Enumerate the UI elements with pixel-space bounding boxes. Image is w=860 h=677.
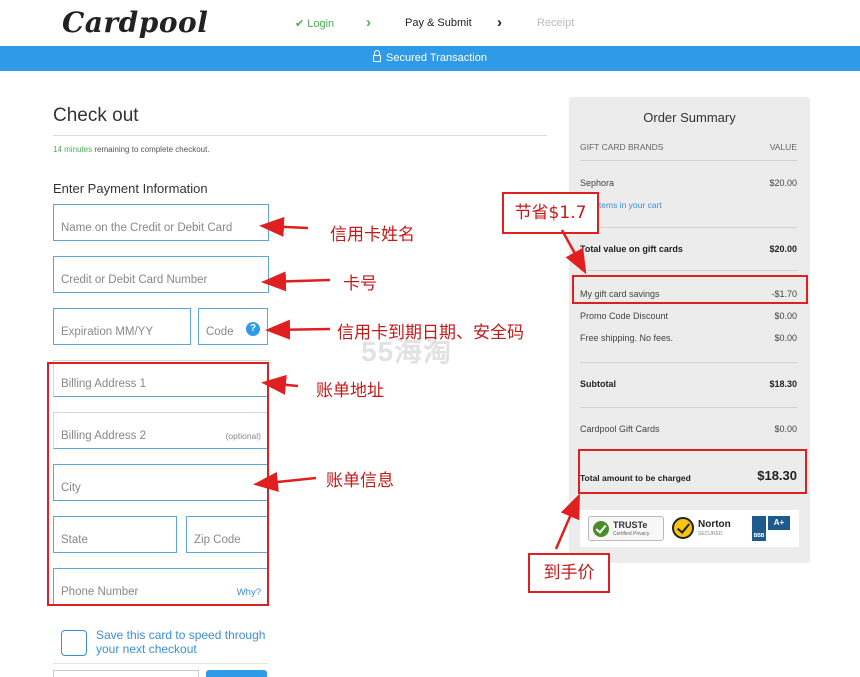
arrow-expiry-code [265, 319, 331, 340]
arrow-card-name [259, 216, 309, 237]
arrow-final-price [554, 493, 580, 550]
arrow-billing-address [261, 374, 299, 395]
annotation-arrows [253, 216, 587, 550]
arrow-billing-info [253, 471, 317, 492]
arrow-card-number [261, 271, 331, 292]
arrow-savings [560, 229, 587, 275]
